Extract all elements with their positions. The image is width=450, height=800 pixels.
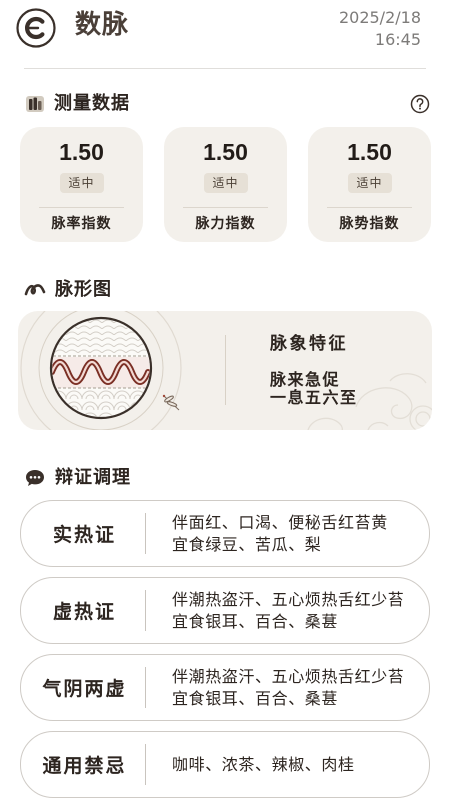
time-text: 16:45 [374, 30, 421, 49]
measurement-section-title: 测量数据 [54, 93, 130, 114]
date-text: 2025/2/18 [338, 8, 421, 27]
syndrome-description: 伴潮热盗汗、五心烦热舌红少苔 宜食银耳、百合、桑葚 [172, 578, 421, 643]
syndrome-description: 伴潮热盗汗、五心烦热舌红少苔 宜食银耳、百合、桑葚 [172, 655, 421, 720]
pulse-feature-line: 脉来急促 [270, 370, 341, 389]
row-divider [145, 513, 146, 554]
index-value: 1.50 [347, 139, 392, 165]
syndrome-section-header: 辩证调理 [24, 467, 430, 489]
row-divider [145, 667, 146, 708]
pulse-shape-section-title: 脉形图 [55, 279, 112, 300]
syndrome-name: 通用禁忌 [42, 755, 127, 777]
pulse-feature-line: 一息五六至 [270, 388, 358, 407]
pulse-rate-index-card[interactable]: 1.50 适中 脉率指数 [20, 127, 143, 242]
bar-chart-icon [24, 93, 46, 115]
measurement-section-header: 测量数据 [24, 93, 430, 115]
pulse-circle-content [52, 319, 150, 417]
pulse-feature-description: 脉来急促 一息五六至 [270, 371, 358, 407]
syndrome-description: 伴面红、口渴、便秘舌红苔黄 宜食绿豆、苦瓜、梨 [172, 501, 421, 566]
screen: 数脉 2025/2/18 16:45 测量数据 1.50 适中 脉率指数 1.5… [0, 0, 450, 800]
datetime: 2025/2/18 16:45 [339, 7, 421, 51]
syndrome-row-excess-heat[interactable]: 实热证 伴面红、口渴、便秘舌红苔黄 宜食绿豆、苦瓜、梨 [20, 500, 430, 567]
app-title: 数脉 [75, 10, 130, 40]
index-label: 脉力指数 [195, 216, 256, 232]
card-divider [39, 207, 124, 208]
syndrome-name: 实热证 [52, 524, 116, 546]
index-value: 1.50 [59, 139, 104, 165]
syndrome-row-deficiency-heat[interactable]: 虚热证 伴潮热盗汗、五心烦热舌红少苔 宜食银耳、百合、桑葚 [20, 577, 430, 644]
index-value: 1.50 [203, 139, 248, 165]
index-label: 脉率指数 [51, 216, 112, 232]
row-divider [145, 590, 146, 631]
pulse-force-index-card[interactable]: 1.50 适中 脉力指数 [164, 127, 287, 242]
card-divider [327, 207, 412, 208]
syndrome-name: 虚热证 [52, 601, 116, 623]
pulse-feature-title: 脉象特征 [270, 334, 348, 354]
row-divider [145, 744, 146, 785]
syndrome-diet-line: 宜食银耳、百合、桑葚 [172, 611, 339, 631]
chat-bubble-icon [24, 467, 46, 489]
syndrome-diet-line: 宜食绿豆、苦瓜、梨 [172, 534, 322, 554]
index-level-badge: 适中 [347, 173, 392, 193]
syndrome-section-title: 辩证调理 [55, 467, 131, 488]
index-level-badge: 适中 [203, 173, 248, 193]
help-circle-icon[interactable] [410, 94, 430, 114]
syndrome-diet-line: 宜食银耳、百合、桑葚 [172, 688, 339, 708]
syndrome-taboo-line: 咖啡、浓茶、辣椒、肉桂 [172, 754, 355, 774]
syndrome-description: 咖啡、浓茶、辣椒、肉桂 [172, 732, 421, 797]
syndrome-symptom-line: 伴潮热盗汗、五心烦热舌红少苔 [172, 666, 405, 686]
syndrome-row-qi-yin-deficiency[interactable]: 气阴两虚 伴潮热盗汗、五心烦热舌红少苔 宜食银耳、百合、桑葚 [20, 654, 430, 721]
pulse-card-divider [225, 335, 226, 405]
pulse-shape-section-header: 脉形图 [24, 279, 430, 301]
syndrome-symptom-line: 伴面红、口渴、便秘舌红苔黄 [172, 512, 388, 532]
pulse-trend-index-card[interactable]: 1.50 适中 脉势指数 [308, 127, 431, 242]
card-divider [183, 207, 268, 208]
index-level-badge: 适中 [59, 173, 104, 193]
syndrome-symptom-line: 伴潮热盗汗、五心烦热舌红少苔 [172, 589, 405, 609]
syndrome-row-general-taboos[interactable]: 通用禁忌 咖啡、浓茶、辣椒、肉桂 [20, 731, 430, 798]
pulse-shape-card: 脉象特征 脉来急促 一息五六至 [18, 311, 432, 430]
syndrome-name: 气阴两虚 [42, 678, 127, 700]
index-label: 脉势指数 [339, 216, 400, 232]
wave-icon [24, 279, 46, 301]
header-divider [24, 68, 426, 69]
logo-icon[interactable] [16, 8, 56, 48]
